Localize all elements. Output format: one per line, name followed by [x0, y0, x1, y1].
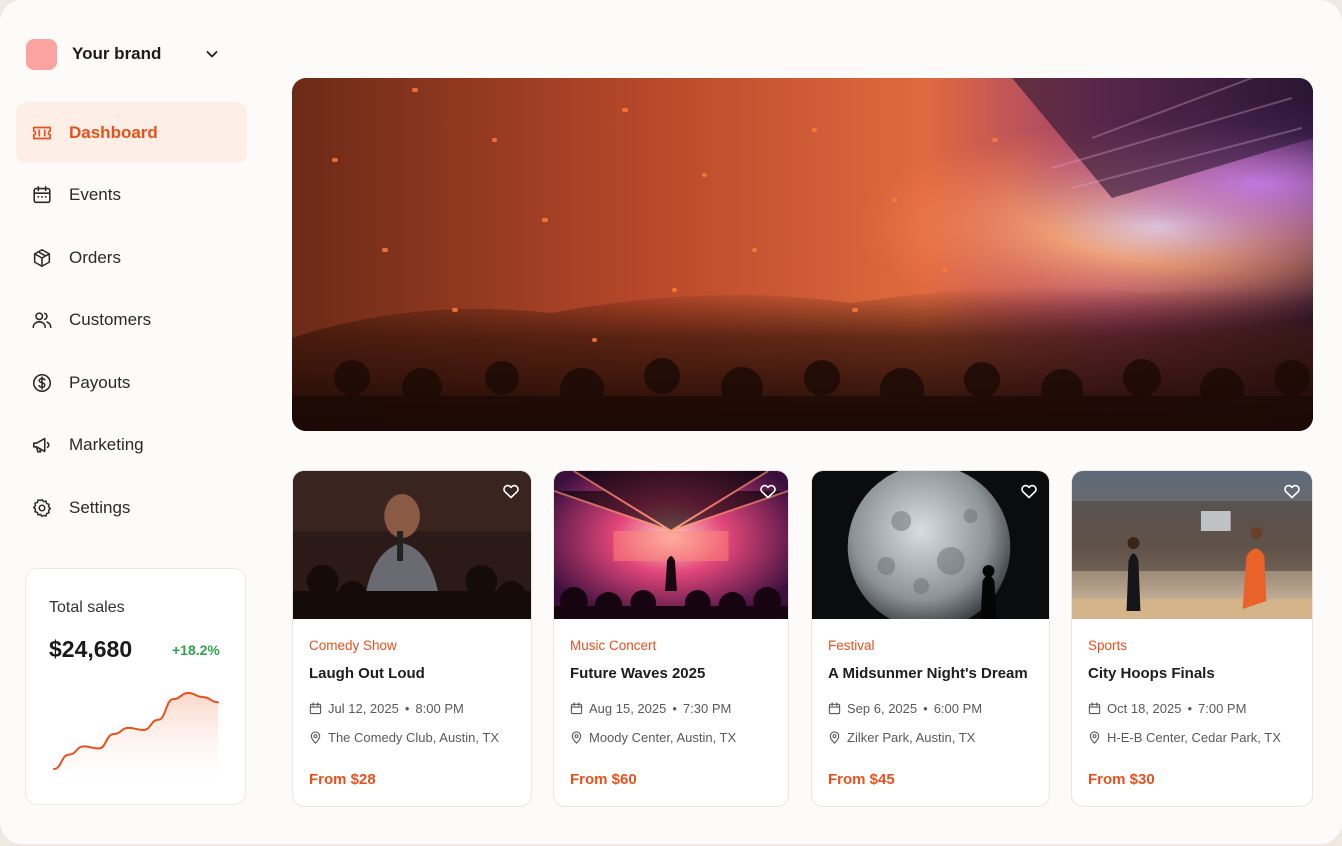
calendar-icon: [828, 702, 841, 715]
sidebar-item-customers[interactable]: Customers: [16, 290, 247, 351]
heart-icon[interactable]: [1019, 481, 1039, 501]
calendar-icon: [1088, 702, 1101, 715]
gear-icon: [30, 496, 54, 520]
hero-banner: [292, 78, 1313, 431]
sales-value: $24,680: [49, 636, 133, 662]
event-location: Zilker Park, Austin, TX: [847, 730, 976, 745]
location-pin-icon: [1089, 731, 1100, 744]
event-price: From $30: [1088, 771, 1155, 788]
brand-logo: [26, 38, 57, 70]
event-image: [554, 471, 788, 619]
event-image: [1072, 471, 1312, 619]
dollar-circle-icon: [30, 371, 54, 395]
sales-sparkline: [53, 691, 219, 781]
sidebar-item-settings[interactable]: Settings: [16, 477, 247, 538]
brand-switcher[interactable]: Your brand: [26, 37, 226, 71]
ticket-icon: [30, 121, 54, 145]
app-window: Your brand Dashboard Events Orders Custo…: [0, 0, 1342, 844]
calendar-icon: [30, 183, 54, 207]
event-location-row: Moody Center, Austin, TX: [570, 730, 736, 745]
location-pin-icon: [829, 731, 840, 744]
event-card[interactable]: Comedy Show Laugh Out Loud Jul 12, 2025 •…: [292, 470, 532, 807]
total-sales-card: Total sales $24,680 +18.2%: [25, 568, 246, 805]
sales-change-badge: +18.2%: [172, 642, 220, 658]
megaphone-icon: [30, 433, 54, 457]
event-location-row: Zilker Park, Austin, TX: [828, 730, 975, 745]
event-time: 8:00 PM: [415, 701, 464, 716]
chevron-down-icon: [204, 46, 220, 62]
sidebar-item-label: Customers: [69, 310, 152, 329]
event-title: City Hoops Finals: [1088, 665, 1215, 682]
location-pin-icon: [310, 731, 321, 744]
event-location: The Comedy Club, Austin, TX: [328, 730, 500, 745]
sidebar-item-label: Dashboard: [69, 122, 158, 142]
sidebar-item-label: Marketing: [69, 435, 144, 454]
sidebar-item-events[interactable]: Events: [16, 165, 247, 226]
sidebar-item-label: Settings: [69, 497, 131, 517]
event-price: From $28: [309, 771, 376, 788]
event-category: Festival: [828, 638, 875, 653]
event-card[interactable]: Sports City Hoops Finals Oct 18, 2025 • 7:…: [1071, 470, 1313, 807]
sparkline-area: [54, 693, 218, 781]
event-category: Music Concert: [570, 638, 657, 653]
event-price: From $45: [828, 771, 895, 788]
event-date-row: Sep 6, 2025 • 6:00 PM: [828, 701, 982, 716]
box-icon: [30, 246, 54, 270]
event-image: [293, 471, 531, 619]
sidebar-item-payouts[interactable]: Payouts: [16, 352, 247, 413]
brand-name: Your brand: [72, 44, 162, 63]
event-date: Oct 18, 2025: [1107, 701, 1182, 716]
hero-concert-image: [292, 78, 1313, 431]
event-time: 6:00 PM: [933, 701, 983, 716]
sidebar-item-marketing[interactable]: Marketing: [16, 415, 247, 476]
heart-icon[interactable]: [1282, 481, 1302, 501]
sidebar-item-label: Events: [69, 185, 121, 204]
event-date: Aug 15, 2025: [589, 701, 667, 716]
sidebar-item-label: Orders: [69, 247, 121, 267]
users-icon: [30, 308, 54, 332]
event-title: Future Waves 2025: [570, 665, 706, 682]
event-location-row: The Comedy Club, Austin, TX: [309, 730, 499, 745]
event-category: Sports: [1088, 638, 1128, 653]
event-image: [812, 471, 1049, 619]
sidebar-nav: Dashboard Events Orders Customers Payout…: [16, 102, 247, 540]
event-title: Laugh Out Loud: [309, 665, 425, 682]
event-price: From $60: [570, 771, 637, 788]
calendar-icon: [309, 702, 322, 715]
sidebar-item-label: Payouts: [69, 372, 131, 392]
event-card[interactable]: Festival A Midsunmer Night's Dream Sep 6…: [811, 470, 1050, 807]
sidebar-item-dashboard[interactable]: Dashboard: [16, 102, 247, 163]
event-location: Moody Center, Austin, TX: [589, 730, 737, 745]
event-date-row: Jul 12, 2025 • 8:00 PM: [309, 701, 464, 716]
event-location-row: H-E-B Center, Cedar Park, TX: [1088, 730, 1281, 745]
location-pin-icon: [571, 731, 582, 744]
heart-icon[interactable]: [501, 481, 521, 501]
calendar-icon: [570, 702, 583, 715]
event-date-row: Oct 18, 2025 • 7:00 PM: [1088, 701, 1246, 716]
sidebar-item-orders[interactable]: Orders: [16, 227, 247, 288]
event-card[interactable]: Music Concert Future Waves 2025 Aug 15, …: [553, 470, 789, 807]
event-date-row: Aug 15, 2025 • 7:30 PM: [570, 701, 731, 716]
event-location: H-E-B Center, Cedar Park, TX: [1107, 730, 1281, 745]
event-title: A Midsunmer Night's Dream: [828, 665, 1028, 682]
heart-icon[interactable]: [758, 481, 778, 501]
sales-title: Total sales: [49, 599, 125, 616]
event-date: Jul 12, 2025: [328, 701, 399, 716]
event-category: Comedy Show: [309, 638, 397, 653]
event-time: 7:00 PM: [1198, 701, 1247, 716]
event-date: Sep 6, 2025: [847, 701, 918, 716]
event-time: 7:30 PM: [682, 701, 732, 716]
